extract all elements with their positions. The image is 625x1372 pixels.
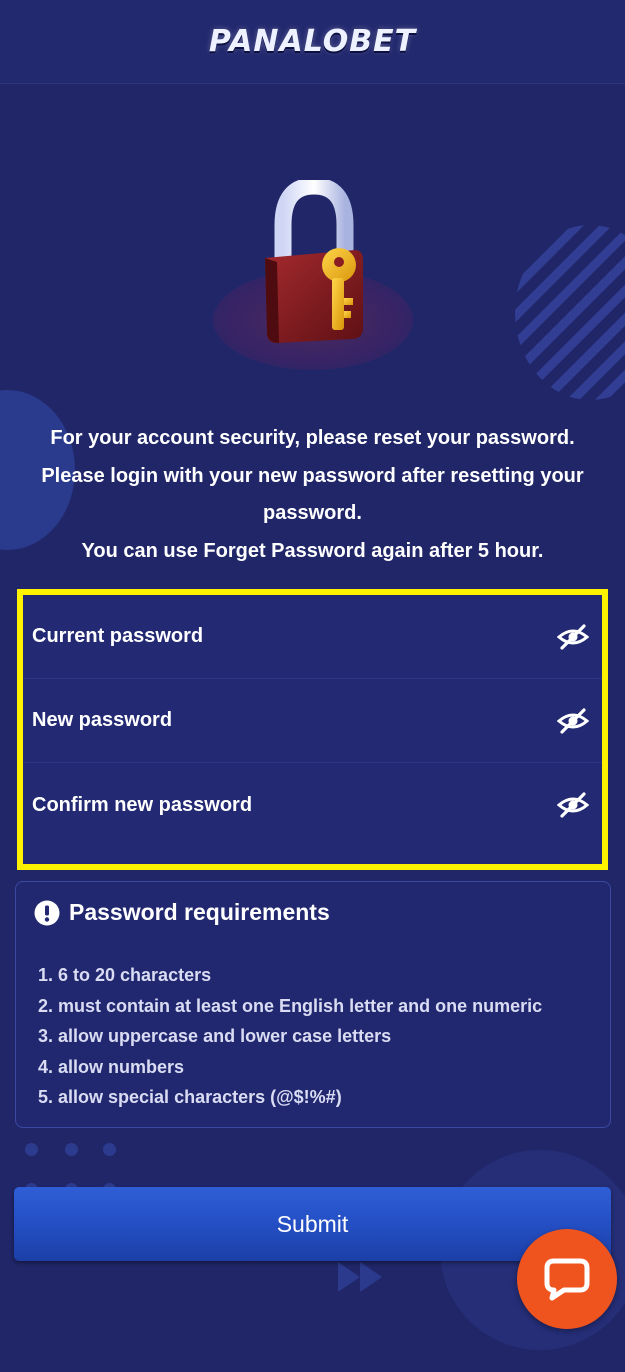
current-password-input[interactable] [32, 625, 556, 648]
new-password-input[interactable] [32, 709, 556, 732]
password-requirements-panel: Password requirements 1. 6 to 20 charact… [15, 881, 611, 1128]
app-header: PANALOBET [0, 0, 625, 84]
exclamation-circle-icon [34, 900, 60, 925]
message-line-1: For your account security, please reset … [50, 427, 575, 449]
requirement-item: 3. allow uppercase and lower case letter… [38, 1026, 392, 1046]
logo-text: PANALOBET [208, 24, 417, 59]
requirement-item: 1. 6 to 20 characters [38, 965, 212, 985]
new-password-row [23, 679, 602, 763]
requirement-item: 5. allow special characters (@$!%#) [38, 1087, 342, 1107]
eye-off-icon [557, 707, 589, 734]
toggle-current-password-button[interactable] [556, 622, 590, 652]
toggle-new-password-button[interactable] [556, 706, 590, 736]
lock-illustration [205, 180, 420, 370]
password-form [17, 589, 608, 870]
chat-bubble-icon [544, 1258, 590, 1301]
submit-button[interactable]: Submit [14, 1187, 611, 1261]
brand-logo[interactable]: PANALOBET [209, 24, 416, 59]
requirements-title: Password requirements [69, 899, 330, 925]
confirm-password-row [23, 763, 602, 847]
eye-off-icon [557, 792, 589, 818]
decorative-stripes [515, 225, 625, 400]
eye-off-icon [557, 623, 589, 650]
requirement-item: 4. allow numbers [38, 1056, 185, 1077]
padlock-key-icon [265, 180, 363, 343]
toggle-confirm-password-button[interactable] [556, 790, 590, 820]
requirements-list: 1. 6 to 20 characters 2. must contain at… [38, 960, 542, 1113]
message-line-3: You can use Forget Password again after … [81, 539, 544, 562]
message-line-2: Please login with your new password afte… [41, 464, 584, 525]
confirm-password-input[interactable] [32, 793, 556, 817]
live-chat-button[interactable] [517, 1229, 617, 1329]
security-message: For your account security, please reset … [20, 420, 605, 570]
requirements-heading: Password requirements [34, 899, 330, 926]
current-password-row [23, 595, 602, 679]
reset-password-page: PANALOBET For your account security, ple… [0, 0, 625, 1372]
requirement-item: 2. must contain at least one English let… [38, 995, 543, 1016]
